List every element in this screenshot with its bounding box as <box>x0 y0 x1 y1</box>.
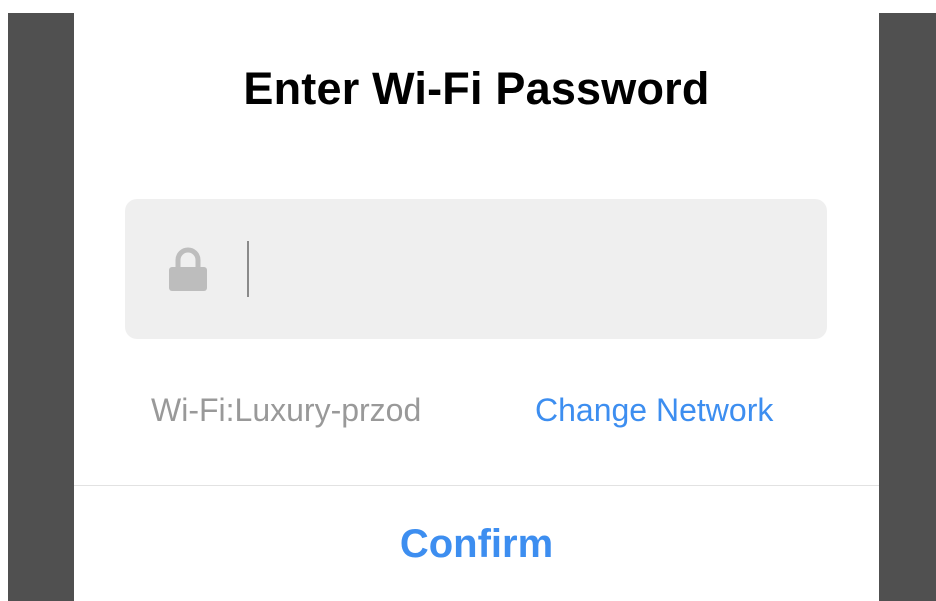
text-cursor <box>247 241 249 297</box>
confirm-button[interactable]: Confirm <box>74 486 879 601</box>
dialog-title: Enter Wi-Fi Password <box>243 63 710 114</box>
wifi-password-dialog: Enter Wi-Fi Password Wi-Fi:Luxury-przod … <box>74 13 879 601</box>
lock-icon <box>168 247 208 291</box>
change-network-link[interactable]: Change Network <box>535 392 773 429</box>
password-field[interactable] <box>125 199 827 341</box>
password-input[interactable] <box>255 199 819 341</box>
current-network-label: Wi-Fi:Luxury-przod <box>151 392 422 428</box>
